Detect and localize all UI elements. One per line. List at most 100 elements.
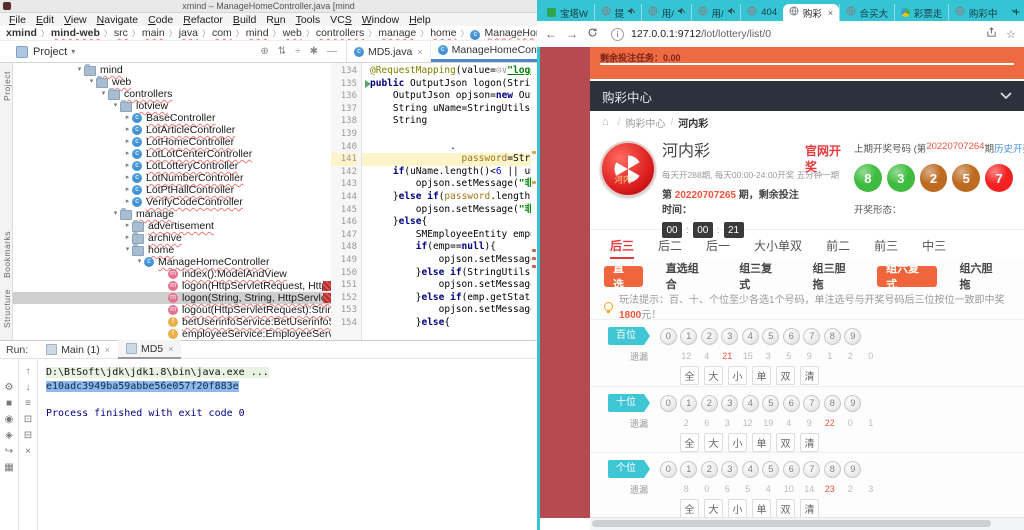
chevron-down-icon[interactable]: ▾ bbox=[99, 88, 108, 100]
menu-item-window[interactable]: Window bbox=[357, 14, 404, 26]
tree-item-lotarticlecontroller[interactable]: ▸cLotArticleController bbox=[13, 124, 331, 136]
number-ball-0[interactable]: 0 bbox=[660, 395, 677, 412]
number-ball-3[interactable]: 3 bbox=[721, 395, 738, 412]
number-ball-1[interactable]: 1 bbox=[680, 395, 697, 412]
console-tool-icon-0[interactable]: ↑ bbox=[26, 365, 31, 381]
number-ball-7[interactable]: 7 bbox=[803, 395, 820, 412]
panel-toolbar-icon-0[interactable]: ⊕ bbox=[260, 46, 268, 57]
lottery-breadcrumb-item[interactable]: 购彩中心 bbox=[625, 115, 665, 130]
filter-button-清[interactable]: 清 bbox=[800, 433, 819, 452]
mute-speaker-icon[interactable] bbox=[727, 7, 735, 18]
browser-tab--[interactable]: 合买大 bbox=[839, 4, 894, 21]
filter-button-单[interactable]: 单 bbox=[752, 499, 771, 518]
number-ball-6[interactable]: 6 bbox=[783, 395, 800, 412]
play-button-直选[interactable]: 直选 bbox=[604, 266, 643, 287]
breadcrumb-item[interactable]: home bbox=[430, 27, 456, 39]
filter-button-大[interactable]: 大 bbox=[704, 499, 723, 518]
menu-item-edit[interactable]: Edit bbox=[31, 14, 59, 26]
panel-toolbar-icon-1[interactable]: ⇅ bbox=[278, 46, 286, 57]
mute-speaker-icon[interactable] bbox=[627, 7, 635, 18]
number-ball-3[interactable]: 3 bbox=[721, 328, 738, 345]
play-button-组六胆拖[interactable]: 组六胆拖 bbox=[951, 266, 1010, 287]
filter-button-双[interactable]: 双 bbox=[776, 433, 795, 452]
editor-tab-md5-java[interactable]: cMD5.java× bbox=[347, 41, 431, 62]
filter-button-清[interactable]: 清 bbox=[800, 366, 819, 385]
tree-item-index-modelandview[interactable]: mindex():ModelAndView bbox=[13, 268, 331, 280]
tab-close-icon[interactable]: × bbox=[828, 8, 833, 18]
breadcrumb-item[interactable]: src bbox=[114, 27, 128, 39]
tree-item-lotlotcentercontroller[interactable]: ▸cLotLotCenterController bbox=[13, 148, 331, 160]
browser-tab--[interactable]: 用/ bbox=[691, 4, 741, 21]
console-tool-icon-5[interactable]: × bbox=[25, 445, 31, 461]
chevron-down-icon[interactable]: ▾ bbox=[135, 256, 144, 268]
chevron-down-icon[interactable] bbox=[1000, 92, 1012, 100]
run-tab-md5[interactable]: MD5× bbox=[118, 340, 181, 359]
breadcrumb-item[interactable]: manage bbox=[378, 27, 416, 39]
chevron-down-icon[interactable]: ▾ bbox=[75, 64, 84, 76]
number-ball-4[interactable]: 4 bbox=[742, 395, 759, 412]
run-tool-icon-3[interactable]: ◈ bbox=[5, 429, 13, 445]
number-ball-5[interactable]: 5 bbox=[762, 395, 779, 412]
menu-item-tools[interactable]: Tools bbox=[291, 14, 326, 26]
tab-中三[interactable]: 中三 bbox=[922, 230, 946, 260]
filter-button-小[interactable]: 小 bbox=[728, 366, 747, 385]
filter-button-双[interactable]: 双 bbox=[776, 499, 795, 518]
breadcrumb-item[interactable]: com bbox=[212, 27, 232, 39]
forward-button[interactable]: → bbox=[566, 27, 578, 41]
number-ball-7[interactable]: 7 bbox=[803, 328, 820, 345]
number-ball-6[interactable]: 6 bbox=[783, 328, 800, 345]
number-ball-2[interactable]: 2 bbox=[701, 395, 718, 412]
menu-item-vcs[interactable]: VCS bbox=[325, 14, 357, 26]
tree-item-lotlotterycontroller[interactable]: ▸cLotLotteryController bbox=[13, 160, 331, 172]
filter-button-小[interactable]: 小 bbox=[728, 433, 747, 452]
run-method-icon[interactable] bbox=[365, 80, 371, 88]
tool-window-label-structure[interactable]: Structure bbox=[0, 289, 12, 328]
console-tool-icon-2[interactable]: ≡ bbox=[25, 397, 31, 413]
tree-item-lothomecontroller[interactable]: ▸cLotHomeController bbox=[13, 136, 331, 148]
tree-item-managehomecontroller[interactable]: ▾cManageHomeController bbox=[13, 256, 331, 268]
chevron-right-icon[interactable]: ▸ bbox=[123, 160, 132, 172]
chevron-right-icon[interactable]: ▸ bbox=[123, 148, 132, 160]
filter-button-大[interactable]: 大 bbox=[704, 366, 723, 385]
tree-item-mind[interactable]: ▾mind bbox=[13, 64, 331, 76]
menu-item-file[interactable]: File bbox=[4, 14, 31, 26]
tree-item-logon-string-string-httpservletre[interactable]: mlogon(String, String, HttpServletRe bbox=[13, 292, 331, 304]
menu-item-build[interactable]: Build bbox=[228, 14, 261, 26]
filter-button-全[interactable]: 全 bbox=[680, 366, 699, 385]
breadcrumb-item[interactable]: web bbox=[283, 27, 302, 39]
tree-item-betuserinfoservice-betuserinfoser[interactable]: fbetUserinfoService:BetUserinfoSer bbox=[13, 316, 331, 328]
tab-后二[interactable]: 后二 bbox=[658, 230, 682, 260]
browser-tab--[interactable]: 购彩× bbox=[783, 4, 839, 21]
filter-button-双[interactable]: 双 bbox=[776, 366, 795, 385]
refresh-icon[interactable] bbox=[587, 27, 598, 41]
tree-item-employeeservice-employeeservice[interactable]: femployeeService:EmployeeService bbox=[13, 328, 331, 340]
chevron-down-icon[interactable]: ▾ bbox=[111, 208, 120, 220]
number-ball-0[interactable]: 0 bbox=[660, 461, 677, 478]
run-tool-icon-1[interactable]: ■ bbox=[6, 397, 12, 413]
tab-大小单双[interactable]: 大小单双 bbox=[754, 230, 802, 260]
number-ball-0[interactable]: 0 bbox=[660, 328, 677, 345]
console-tool-icon-3[interactable]: ⊡ bbox=[24, 413, 32, 429]
number-ball-8[interactable]: 8 bbox=[824, 395, 841, 412]
breadcrumb-item[interactable]: cManageHomeController bbox=[470, 27, 537, 40]
run-tool-icon-5[interactable]: ▦ bbox=[4, 461, 13, 477]
number-ball-2[interactable]: 2 bbox=[701, 461, 718, 478]
console-tool-icon-4[interactable]: ⊟ bbox=[24, 429, 32, 445]
mute-speaker-icon[interactable] bbox=[677, 7, 685, 18]
chevron-right-icon[interactable]: ▸ bbox=[123, 172, 132, 184]
filter-button-清[interactable]: 清 bbox=[800, 499, 819, 518]
panel-toolbar-icon-4[interactable]: — bbox=[327, 46, 337, 57]
chevron-right-icon[interactable]: ▸ bbox=[123, 196, 132, 208]
tree-item-web[interactable]: ▾web bbox=[13, 76, 331, 88]
tree-item-lotnumbercontroller[interactable]: ▸cLotNumberController bbox=[13, 172, 331, 184]
number-ball-2[interactable]: 2 bbox=[701, 328, 718, 345]
editor-tab-managehomecontroller-java[interactable]: cManageHomeController.java× bbox=[431, 41, 537, 62]
browser-tab--[interactable]: 彩票走 bbox=[894, 4, 948, 21]
browser-tab-404[interactable]: 404 bbox=[740, 4, 783, 21]
number-ball-4[interactable]: 4 bbox=[742, 461, 759, 478]
horizontal-scrollbar[interactable] bbox=[590, 517, 1024, 530]
chevron-right-icon[interactable]: ▸ bbox=[123, 220, 132, 232]
run-tool-icon-4[interactable]: ↪ bbox=[5, 445, 13, 461]
chevron-down-icon[interactable]: ▾ bbox=[111, 100, 120, 112]
tree-item-controllers[interactable]: ▾controllers bbox=[13, 88, 331, 100]
